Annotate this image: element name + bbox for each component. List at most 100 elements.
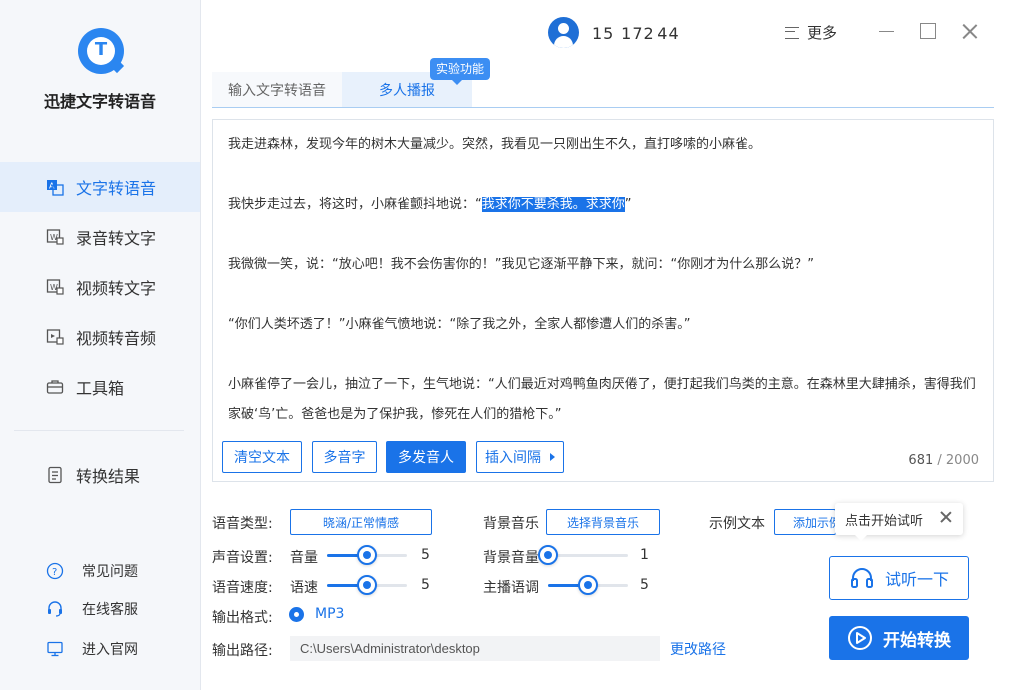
sidebar-item-audio-to-text[interactable]: W 录音转文字	[0, 212, 200, 262]
svg-text:A: A	[49, 182, 55, 191]
minimize-icon[interactable]	[878, 22, 896, 40]
app-title: 迅捷文字转语音	[43, 92, 156, 111]
sidebar-item-label: 转换结果	[76, 467, 141, 486]
result-icon	[46, 466, 64, 484]
format-mp3-label[interactable]: MP3	[315, 606, 344, 622]
paragraph-text: 我快步走过去，将这时，小麻雀颤抖地说：“	[228, 197, 482, 212]
selected-text: 我求你不要杀我。求求你	[481, 197, 625, 212]
multi-speaker-button[interactable]: 多发音人	[386, 441, 466, 473]
bg-volume-value: 1	[640, 547, 649, 563]
bg-volume-label: 背景音量	[483, 550, 539, 566]
caret-right-icon	[550, 453, 555, 461]
paragraph: 我快步走过去，将这时，小麻雀颤抖地说：“我求你不要杀我。求求你”	[228, 190, 980, 220]
sidebar: T 迅捷文字转语音 A 文字转语音 W 录音转文字 W 视频转文字 视频转音频 …	[0, 0, 201, 690]
volume-slider[interactable]	[327, 545, 407, 565]
svg-text:?: ?	[52, 567, 57, 578]
faq-link[interactable]: ? 常见问题	[0, 556, 200, 586]
sidebar-item-video-to-text[interactable]: W 视频转文字	[0, 262, 200, 312]
paragraph: 我微微一笑，说：“放心吧！我不会伤害你的！”我见它逐渐平静下来，就问：“你刚才为…	[228, 257, 814, 272]
toolbox-icon	[46, 378, 64, 396]
speech-speed-label: 语音速度:	[212, 580, 273, 596]
start-convert-button[interactable]: 开始转换	[829, 616, 969, 660]
clear-text-button[interactable]: 清空文本	[222, 441, 302, 473]
insert-pause-button[interactable]: 插入间隔	[476, 441, 564, 473]
user-id: 15 172 44	[592, 24, 680, 43]
output-format-label: 输出格式:	[212, 610, 273, 626]
volume-label: 音量	[290, 550, 318, 566]
listen-label: 试听一下	[884, 570, 949, 589]
start-label: 开始转换	[883, 630, 951, 651]
online-service-link[interactable]: 在线客服	[0, 594, 200, 624]
tab-bar: 输入文字转语音 多人播报	[212, 72, 994, 108]
paragraph-text: ”	[624, 197, 632, 212]
sidebar-item-label: 视频转音频	[76, 329, 157, 348]
close-icon[interactable]	[961, 22, 979, 40]
tab-text-to-speech[interactable]: 输入文字转语音	[212, 72, 342, 107]
headset-icon	[46, 600, 64, 618]
sidebar-item-label: 视频转文字	[76, 279, 157, 298]
volume-value: 5	[421, 547, 430, 563]
listen-tooltip: 点击开始试听	[835, 503, 963, 541]
change-path-link[interactable]: 更改路径	[670, 639, 726, 659]
official-site-label: 进入官网	[82, 642, 138, 658]
char-limit: / 2000	[937, 453, 979, 468]
bg-volume-slider[interactable]	[538, 545, 628, 565]
listen-button[interactable]: 试听一下	[829, 556, 969, 600]
output-path-label: 输出路径:	[212, 643, 273, 659]
headphones-icon	[849, 565, 875, 591]
bgm-label: 背景音乐	[483, 516, 539, 532]
audio-to-text-icon: W	[46, 228, 64, 246]
char-count: 681	[908, 453, 934, 468]
more-menu-button[interactable]: 更多	[785, 22, 837, 43]
experimental-badge: 实验功能	[430, 58, 491, 85]
output-path-field[interactable]	[290, 636, 660, 661]
question-icon: ?	[46, 562, 64, 580]
menu-icon	[785, 26, 799, 39]
slider-handle[interactable]	[357, 575, 377, 595]
play-circle-icon	[847, 625, 873, 651]
sound-settings-label: 声音设置:	[212, 550, 273, 566]
format-radio-mp3[interactable]	[289, 607, 304, 622]
text-to-speech-icon: A	[46, 178, 64, 196]
user-avatar-icon[interactable]	[548, 17, 579, 48]
char-counter: 681 / 2000	[908, 453, 979, 468]
insert-pause-label: 插入间隔	[485, 450, 541, 466]
paragraph: 我走进森林，发现今年的树木大量减少。突然，我看见一只刚出生不久，直打哆嗦的小麻雀…	[228, 137, 762, 152]
slider-track	[548, 554, 628, 557]
app-logo: T	[78, 28, 124, 74]
pitch-label: 主播语调	[483, 580, 539, 596]
polyphone-button[interactable]: 多音字	[312, 441, 377, 473]
text-editor[interactable]: 我走进森林，发现今年的树木大量减少。突然，我看见一只刚出生不久，直打哆嗦的小麻雀…	[212, 119, 994, 482]
select-bgm-button[interactable]: 选择背景音乐	[546, 509, 660, 535]
rate-label: 语速	[290, 580, 318, 596]
sidebar-item-results[interactable]: 转换结果	[0, 450, 200, 500]
voice-type-label: 语音类型:	[212, 516, 273, 532]
paragraph: 小麻雀停了一会儿，抽泣了一下，生气地说：“人们最近对鸡鸭鱼肉厌倦了，便打起我们鸟…	[228, 377, 976, 422]
rate-value: 5	[421, 577, 430, 593]
more-label: 更多	[807, 24, 838, 42]
sidebar-item-text-to-speech[interactable]: A 文字转语音	[0, 162, 200, 212]
maximize-icon[interactable]	[920, 23, 936, 39]
add-sample-button[interactable]: 添加示例	[774, 509, 836, 535]
pitch-value: 5	[640, 577, 649, 593]
pitch-slider[interactable]	[548, 575, 628, 595]
official-site-link[interactable]: 进入官网	[0, 634, 200, 664]
video-to-audio-icon	[46, 328, 64, 346]
sidebar-item-video-to-audio[interactable]: 视频转音频	[0, 312, 200, 362]
sidebar-divider	[14, 430, 184, 431]
sidebar-item-label: 录音转文字	[76, 229, 157, 248]
tooltip-close-icon[interactable]	[939, 510, 953, 524]
voice-type-button[interactable]: 晓涵/正常情感	[290, 509, 432, 535]
slider-handle[interactable]	[538, 545, 558, 565]
sidebar-item-label: 文字转语音	[76, 179, 157, 198]
sample-text-label: 示例文本	[709, 516, 765, 532]
tooltip-text: 点击开始试听	[845, 513, 924, 529]
video-to-text-icon: W	[46, 278, 64, 296]
faq-label: 常见问题	[82, 564, 138, 580]
slider-handle[interactable]	[357, 545, 377, 565]
paragraph: “你们人类坏透了！”小麻雀气愤地说：“除了我之外，全家人都惨遭人们的杀害。”	[228, 317, 691, 332]
monitor-icon	[46, 640, 64, 658]
sidebar-item-toolbox[interactable]: 工具箱	[0, 362, 200, 412]
slider-handle[interactable]	[578, 575, 598, 595]
rate-slider[interactable]	[327, 575, 407, 595]
